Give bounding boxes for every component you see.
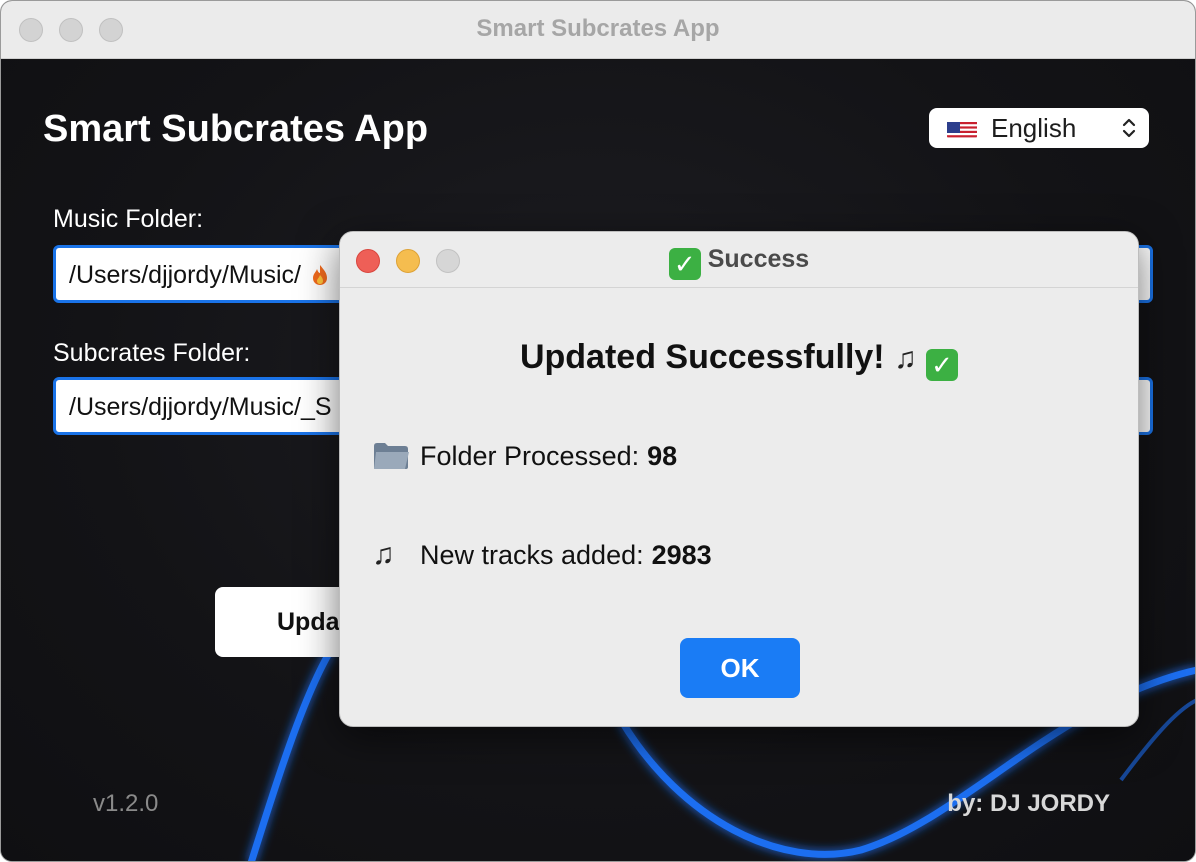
ok-button[interactable]: OK [680,638,800,698]
success-dialog: ✓ Success Updated Successfully! ♫ ✓ Fold… [339,231,1139,727]
window-titlebar[interactable]: Smart Subcrates App [1,1,1195,59]
chevron-up-down-icon [1121,114,1137,142]
folders-processed-value: 98 [647,440,678,471]
app-window: Smart Subcrates App Smart Subcrates App [0,0,1196,862]
new-tracks-value: 2983 [651,539,712,570]
app-heading: Smart Subcrates App [43,108,429,150]
dialog-title: Success [707,245,810,273]
dialog-heading: Updated Successfully! [519,338,885,376]
folder-icon [372,440,410,472]
language-select[interactable]: English [929,108,1149,148]
subcrates-folder-value: /Users/djjordy/Music/_S [69,393,332,421]
language-select-value: English [991,112,1077,143]
dialog-title-row: ✓ Success [340,245,1138,280]
dialog-heading-row: Updated Successfully! ♫ ✓ [340,338,1138,381]
check-mark-icon: ✓ [668,248,701,280]
subcrates-folder-label: Subcrates Folder: [53,339,251,367]
new-tracks-label: New tracks added: [420,539,644,570]
check-mark-icon: ✓ [926,349,959,381]
window-title: Smart Subcrates App [476,15,720,42]
fire-icon [312,264,328,286]
music-folder-label: Music Folder: [53,205,204,233]
new-tracks-row: ♫ New tracks added: 2983 [372,539,712,571]
folders-processed-label: Folder Processed: [420,440,640,471]
music-notes-icon: ♫ [894,342,917,375]
folders-processed-row: Folder Processed: 98 [372,440,677,472]
dialog-titlebar[interactable]: ✓ Success [340,232,1138,288]
us-flag-icon [947,118,977,138]
music-notes-icon: ♫ [372,538,395,571]
music-folder-value: /Users/djjordy/Music/ [69,261,301,289]
version-label: v1.2.0 [93,790,159,817]
author-label: by: DJ JORDY [947,790,1110,817]
